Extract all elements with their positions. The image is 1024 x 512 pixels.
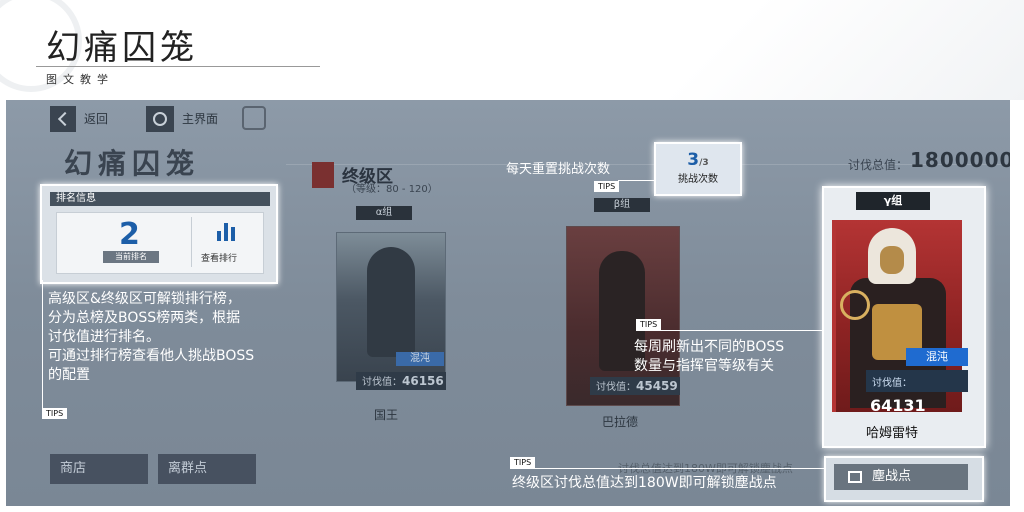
gamma-boss-name: 哈姆雷特 xyxy=(866,426,919,441)
tips-badge-reset: TIPS xyxy=(594,181,620,192)
rank-number: 2 xyxy=(119,217,140,252)
gamma-boss-card[interactable]: γ组 混沌 讨伐值：64131 哈姆雷特 xyxy=(822,186,986,448)
challenge-count: 3/3 xyxy=(687,150,709,170)
gamma-group-tag: γ组 xyxy=(856,192,930,210)
gamma-score: 讨伐值：64131 xyxy=(866,370,968,415)
beta-boss-name: 巴拉德 xyxy=(602,415,639,429)
current-rank-label: 当前排名 xyxy=(103,251,159,263)
zone-flag-icon xyxy=(312,162,334,188)
beta-group-tag: β组 xyxy=(594,198,650,212)
beta-score: 讨伐值：45459 xyxy=(590,377,680,395)
rank-desc-line-1: 高级区&终级区可解锁排行榜， xyxy=(48,291,241,307)
title-divider xyxy=(36,66,320,67)
rank-desc-line-5: 的配置 xyxy=(48,367,90,383)
rank-desc-line-3: 讨伐值进行排名。 xyxy=(48,329,160,345)
dust-description: 终级区讨伐总值达到180W即可解锁塵战点 xyxy=(512,475,777,491)
dust-pointer-line xyxy=(510,468,824,469)
zone-level: （等级：80 - 120） xyxy=(346,184,438,195)
dust-point-label[interactable]: 塵战点 xyxy=(872,464,911,490)
reset-pointer-line xyxy=(618,180,654,181)
header-gradient xyxy=(604,0,1024,100)
tutorial-header: 幻痛囚笼 图文教学 xyxy=(0,0,1024,100)
shop-button[interactable]: 商店 xyxy=(50,454,148,484)
alpha-chaos-badge: 混沌 xyxy=(396,352,444,366)
challenge-count-label: 挑战次数 xyxy=(678,174,718,185)
tips-badge-boss: TIPS xyxy=(636,319,662,330)
dust-point-inner[interactable]: 塵战点 xyxy=(834,464,968,490)
rank-pointer-line xyxy=(42,280,43,408)
alpha-score: 讨伐值：46156 xyxy=(356,372,446,390)
boss-desc-line-2: 数量与指挥官等级有关 xyxy=(634,358,774,374)
alpha-group-tag: α组 xyxy=(356,206,412,220)
back-label[interactable]: 返回 xyxy=(84,110,108,127)
boss-desc-line-1: 每周刷新出不同的BOSS xyxy=(634,339,785,355)
total-label: 讨伐总值： xyxy=(848,158,909,172)
boss-description: 每周刷新出不同的BOSS 数量与指挥官等级有关 xyxy=(634,338,784,376)
rank-desc-line-4: 可通过排行榜查看他人挑战BOSS xyxy=(48,348,255,364)
info-icon[interactable] xyxy=(242,106,266,130)
page-title: 幻痛囚笼 xyxy=(46,28,198,68)
tips-badge-rank: TIPS xyxy=(42,408,68,419)
rank-header: 排名信息 xyxy=(50,192,270,206)
home-label[interactable]: 主界面 xyxy=(182,110,218,127)
rank-inner: 2 当前排名 查看排行 xyxy=(56,212,264,274)
tips-badge-dust: TIPS xyxy=(510,457,536,468)
game-title: 幻痛囚笼 xyxy=(64,147,201,180)
dust-point-button[interactable]: 塵战点 xyxy=(824,456,984,502)
reset-description: 每天重置挑战次数 xyxy=(506,162,611,177)
challenge-count-panel: 3/3 挑战次数 xyxy=(654,142,742,196)
page-subtitle: 图文教学 xyxy=(46,73,114,86)
game-screenshot: 返回 主界面 幻痛囚笼 终级区 （等级：80 - 120） 讨伐总值： 1800… xyxy=(6,100,1010,506)
rank-divider xyxy=(191,217,192,267)
leave-button[interactable]: 离群点 xyxy=(158,454,256,484)
view-ranking-button[interactable]: 查看排行 xyxy=(201,251,237,264)
rank-desc-line-2: 分为总榜及BOSS榜两类，根据 xyxy=(48,310,241,326)
gamma-chaos-badge: 混沌 xyxy=(906,348,968,366)
boss-pointer-line xyxy=(636,330,822,331)
home-button[interactable] xyxy=(146,106,174,132)
rank-description: 高级区&终级区可解锁排行榜， 分为总榜及BOSS榜两类，根据 讨伐值进行排名。 … xyxy=(48,290,254,385)
total-value: 1800000 xyxy=(910,148,1010,172)
rank-panel: 排名信息 2 当前排名 查看排行 xyxy=(40,184,278,284)
alpha-boss-name: 国王 xyxy=(374,408,399,422)
back-button[interactable] xyxy=(50,106,76,132)
lock-icon xyxy=(848,471,862,483)
